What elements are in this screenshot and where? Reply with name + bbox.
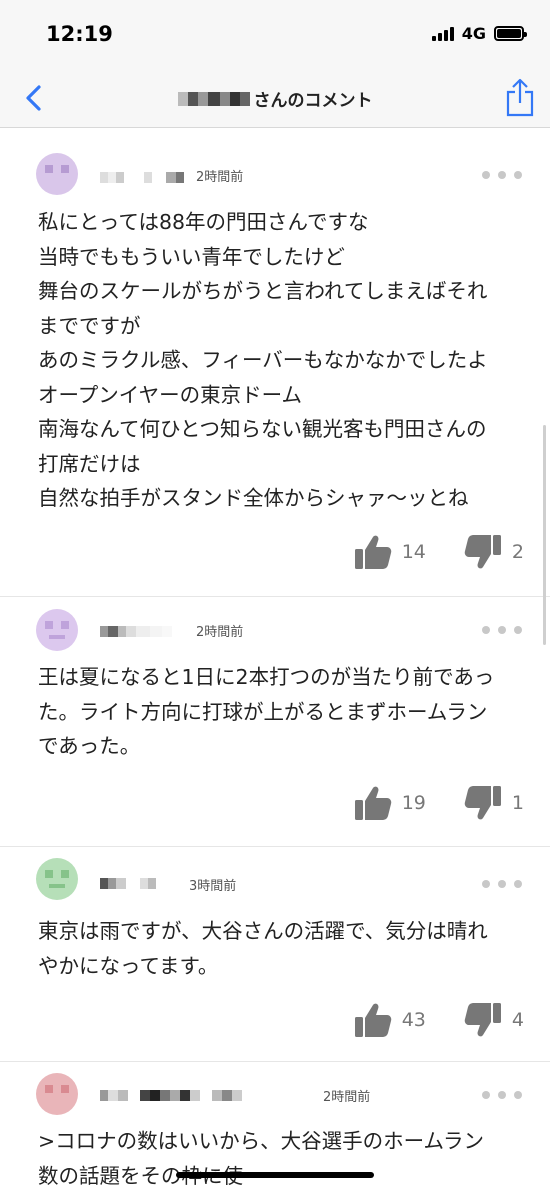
like-count: 14 [401,541,426,563]
comment-body: 私にとっては88年の門田さんですな 当時でももういい青年でしたけど 舞台のスケー… [38,210,488,510]
dislike-count: 1 [511,792,524,814]
dislike-count: 4 [511,1009,524,1031]
thumbs-down-icon [464,1003,501,1037]
network-label: 4G [461,24,486,43]
dislike-button[interactable]: 4 [464,1002,524,1038]
timestamp: 2時間前 [196,625,244,640]
comment-body: 東京は雨ですが、大谷さんの活躍で、気分は晴れ やかになってます。 [38,919,488,978]
blurred-username [177,91,250,106]
like-button[interactable]: 19 [354,785,426,821]
comment-body: 王は夏になると1日に2本打つのが当たり前であっ た。ライト方向に打球が上がるとま… [38,665,495,758]
thumbs-up-icon [354,1003,391,1037]
timestamp: 2時間前 [323,1090,371,1105]
avatar[interactable] [36,153,78,195]
vote-bar: 19 1 [354,785,524,821]
avatar[interactable] [36,1073,78,1115]
timestamp: 3時間前 [189,879,237,894]
like-button[interactable]: 43 [354,1002,426,1038]
page-title: さんのコメント [253,91,373,111]
scroll-indicator[interactable] [543,425,546,645]
dislike-button[interactable]: 1 [464,785,524,821]
more-options-button[interactable] [482,168,522,182]
blurred-username[interactable] [100,626,172,637]
blurred-username[interactable] [100,1090,242,1101]
status-indicators: 4G [431,24,527,43]
thumbs-down-icon [464,535,501,569]
status-time: 12:19 [46,22,113,46]
home-indicator[interactable] [176,1172,374,1178]
comment-item: 2時間前 >コロナの数はいいから、大谷選手のホームラン 数の話題をその枠に使 [0,1062,550,1190]
status-bar: 12:19 4G [0,0,550,68]
comment-body: >コロナの数はいいから、大谷選手のホームラン 数の話題をその枠に使 [38,1129,485,1188]
like-count: 43 [401,1009,426,1031]
like-count: 19 [401,792,426,814]
avatar[interactable] [36,609,78,651]
dislike-count: 2 [511,541,524,563]
blurred-username[interactable] [100,172,184,183]
share-icon [506,78,534,117]
thumbs-down-icon [464,786,501,820]
comment-list: 2時間前 私にとっては88年の門田さんですな 当時でももういい青年でしたけど 舞… [0,142,550,1190]
signal-icon [431,26,454,41]
share-button[interactable] [504,76,536,118]
thumbs-up-icon [354,786,391,820]
more-options-button[interactable] [482,877,522,891]
comment-item: 2時間前 王は夏になると1日に2本打つのが当たり前であっ た。ライト方向に打球が… [0,597,550,847]
timestamp: 2時間前 [196,170,244,185]
comment-item: 3時間前 東京は雨ですが、大谷さんの活躍で、気分は晴れ やかになってます。 43… [0,847,550,1062]
comment-item: 2時間前 私にとっては88年の門田さんですな 当時でももういい青年でしたけど 舞… [0,142,550,597]
more-options-button[interactable] [482,623,522,637]
vote-bar: 14 2 [354,534,524,570]
vote-bar: 43 4 [354,1002,524,1038]
battery-icon [494,26,527,41]
dislike-button[interactable]: 2 [464,534,524,570]
avatar[interactable] [36,858,78,900]
more-options-button[interactable] [482,1088,522,1102]
nav-title-wrap: さんのコメント [0,86,550,111]
like-button[interactable]: 14 [354,534,426,570]
blurred-username[interactable] [100,878,156,889]
nav-bar: さんのコメント [0,68,550,128]
thumbs-up-icon [354,535,391,569]
